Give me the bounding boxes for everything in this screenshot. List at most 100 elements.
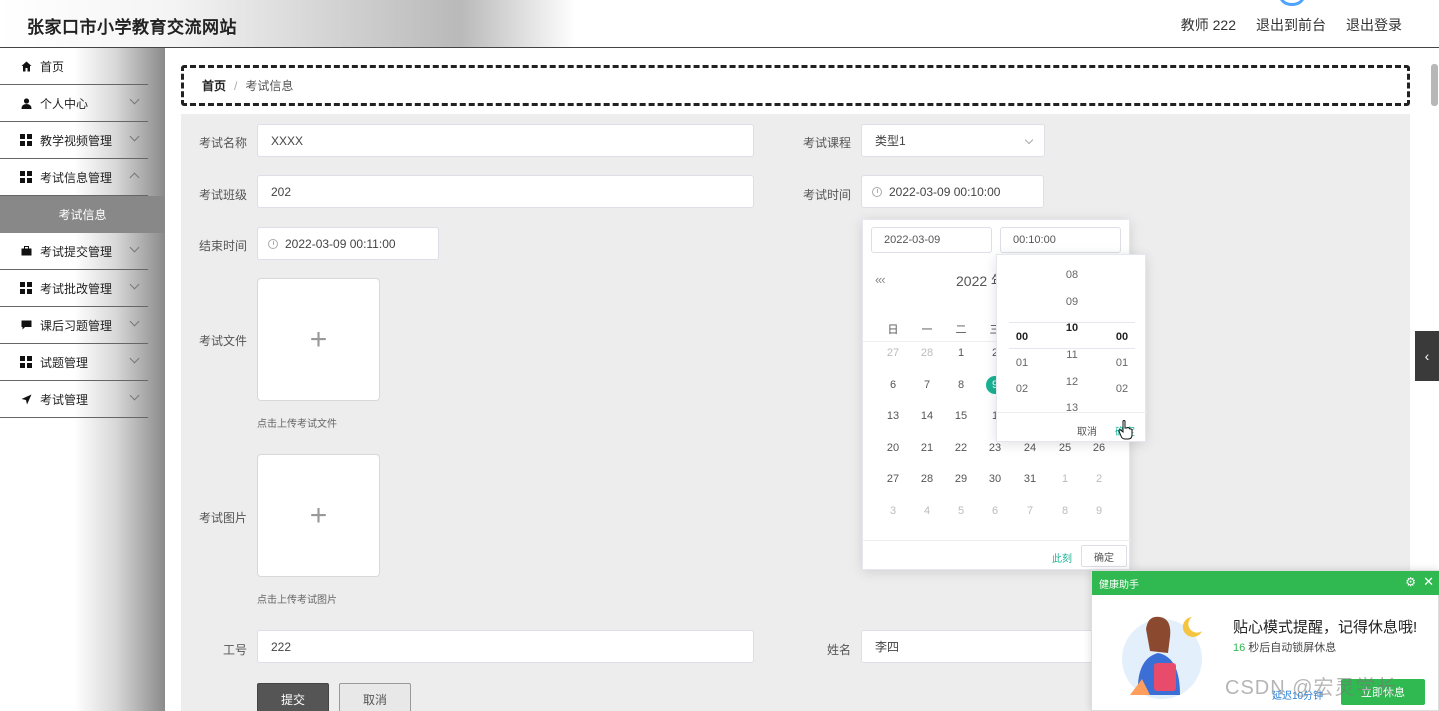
minute-option-selected[interactable]: 00 <box>1002 331 1042 343</box>
exam-course-label: 考试课程 <box>802 136 851 150</box>
date-cell[interactable]: 14 <box>910 410 944 422</box>
breadcrumb-home[interactable]: 首页 <box>202 77 226 94</box>
sidebar-item-label: 首页 <box>40 59 65 74</box>
date-cell[interactable]: 28 <box>910 473 944 485</box>
time-spinner-panel: 08 09 10 00 00 11 01 01 12 02 02 13 取消 确… <box>996 254 1147 442</box>
date-cell[interactable]: 8 <box>944 379 978 391</box>
close-icon[interactable]: ✕ <box>1423 574 1434 590</box>
end-time-input[interactable]: 2022-03-09 00:11:00 <box>257 227 439 260</box>
name-input[interactable]: 李四 <box>861 630 1101 663</box>
grid-icon <box>20 171 32 183</box>
date-cell[interactable]: 29 <box>944 473 978 485</box>
hour-option[interactable]: 08 <box>1052 269 1092 281</box>
exam-course-select[interactable]: 类型1 <box>861 124 1045 157</box>
date-cell[interactable]: 3 <box>876 505 910 517</box>
hour-option[interactable]: 11 <box>1052 349 1092 361</box>
sidebar-item-exam-grading[interactable]: 考试批改管理 <box>0 270 148 307</box>
picker-time-input[interactable]: 00:10:00 <box>1000 227 1121 253</box>
date-cell[interactable]: 28 <box>910 347 944 359</box>
grid-icon <box>20 134 32 146</box>
exam-time-input[interactable]: 2022-03-09 00:10:00 <box>861 175 1044 208</box>
minute-option[interactable]: 02 <box>1002 383 1042 395</box>
date-cell[interactable]: 7 <box>1013 505 1047 517</box>
date-cell[interactable]: 4 <box>910 505 944 517</box>
back-to-front-link[interactable]: 退出到前台 <box>1256 15 1326 35</box>
cancel-button[interactable]: 取消 <box>339 683 411 711</box>
exam-image-uploader[interactable]: + <box>257 454 380 577</box>
hour-option-selected[interactable]: 10 <box>1052 322 1092 334</box>
end-time-value: 2022-03-09 00:11:00 <box>285 236 396 251</box>
gear-icon[interactable]: ⚙ <box>1405 575 1416 589</box>
name-label: 姓名 <box>826 643 851 657</box>
date-cell[interactable]: 6 <box>978 505 1012 517</box>
date-cell[interactable]: 22 <box>944 442 978 454</box>
exam-name-input[interactable]: XXXX <box>257 124 754 157</box>
now-button[interactable]: 此刻 <box>1052 550 1072 565</box>
hour-option[interactable]: 12 <box>1052 376 1092 388</box>
date-cell[interactable]: 30 <box>978 473 1012 485</box>
date-cell[interactable]: 27 <box>876 473 910 485</box>
logout-link[interactable]: 退出登录 <box>1346 15 1402 35</box>
sidebar-item-questions[interactable]: 试题管理 <box>0 344 148 381</box>
chevron-down-icon <box>129 94 140 105</box>
date-cell[interactable]: 24 <box>1013 442 1047 454</box>
date-cell[interactable]: 13 <box>876 410 910 422</box>
minute-option[interactable]: 01 <box>1002 357 1042 369</box>
exam-class-input[interactable]: 202 <box>257 175 754 208</box>
sidebar-item-exam-info[interactable]: 考试信息管理 <box>0 159 148 196</box>
csdn-watermark: CSDN @宏灵学长 <box>1225 677 1398 699</box>
sidebar-item-home[interactable]: 首页 <box>0 48 148 85</box>
sidebar-item-label: 个人中心 <box>40 96 89 111</box>
plus-icon: + <box>309 498 328 532</box>
sidebar-item-profile[interactable]: 个人中心 <box>0 85 148 122</box>
date-cell[interactable]: 5 <box>944 505 978 517</box>
date-cell[interactable]: 6 <box>876 379 910 391</box>
weekday-cell: 一 <box>921 324 933 336</box>
job-no-input[interactable]: 222 <box>257 630 754 663</box>
date-cell[interactable]: 9 <box>1082 505 1116 517</box>
second-option[interactable]: 01 <box>1102 357 1142 369</box>
exam-time-value: 2022-03-09 00:10:00 <box>889 184 1001 199</box>
comment-icon <box>20 319 32 331</box>
chevron-down-icon <box>129 316 140 327</box>
second-option-selected[interactable]: 00 <box>1102 331 1142 343</box>
hour-option[interactable]: 09 <box>1052 296 1092 308</box>
countdown-number: 16 <box>1233 642 1246 654</box>
second-option[interactable]: 02 <box>1102 383 1142 395</box>
sidebar-item-exam-manage[interactable]: 考试管理 <box>0 381 148 418</box>
sidebar-item-homework[interactable]: 课后习题管理 <box>0 307 148 344</box>
date-cell[interactable]: 8 <box>1048 505 1082 517</box>
sidebar-item-label: 考试管理 <box>40 392 89 407</box>
submit-button[interactable]: 提交 <box>257 683 329 711</box>
sidebar-subitem-exam-info[interactable]: 考试信息 <box>0 196 165 233</box>
date-cell[interactable]: 25 <box>1048 442 1082 454</box>
avatar[interactable] <box>1279 0 1305 6</box>
time-cancel-button[interactable]: 取消 <box>1077 423 1097 438</box>
sidebar-item-label: 试题管理 <box>40 355 89 370</box>
sidebar-item-label: 考试批改管理 <box>40 281 113 296</box>
date-cell[interactable]: 1 <box>944 347 978 359</box>
date-cell[interactable]: 27 <box>876 347 910 359</box>
page-scrollbar[interactable] <box>1431 64 1438 106</box>
health-popup-header: 健康助手 ⚙ ✕ <box>1092 571 1439 595</box>
date-cell[interactable]: 26 <box>1082 442 1116 454</box>
side-panel-toggle[interactable]: ‹ <box>1415 331 1439 381</box>
date-cell[interactable]: 20 <box>876 442 910 454</box>
exam-file-uploader[interactable]: + <box>257 278 380 401</box>
end-time-label: 结束时间 <box>198 239 247 253</box>
sidebar-item-label: 考试提交管理 <box>40 244 113 259</box>
date-cell[interactable]: 15 <box>944 410 978 422</box>
date-cell[interactable]: 2 <box>1082 473 1116 485</box>
picker-date-input[interactable]: 2022-03-09 <box>871 227 992 253</box>
sidebar-item-video[interactable]: 教学视频管理 <box>0 122 148 159</box>
briefcase-icon <box>20 245 32 257</box>
date-cell[interactable]: 1 <box>1048 473 1082 485</box>
date-cell[interactable]: 21 <box>910 442 944 454</box>
exam-time-label: 考试时间 <box>802 188 851 202</box>
prev-year-month-icon[interactable]: «‹ <box>875 272 886 287</box>
date-cell[interactable]: 7 <box>910 379 944 391</box>
date-cell[interactable]: 23 <box>978 442 1012 454</box>
picker-confirm-button[interactable]: 确定 <box>1081 545 1127 567</box>
sidebar-item-exam-submit[interactable]: 考试提交管理 <box>0 233 148 270</box>
date-cell[interactable]: 31 <box>1013 473 1047 485</box>
